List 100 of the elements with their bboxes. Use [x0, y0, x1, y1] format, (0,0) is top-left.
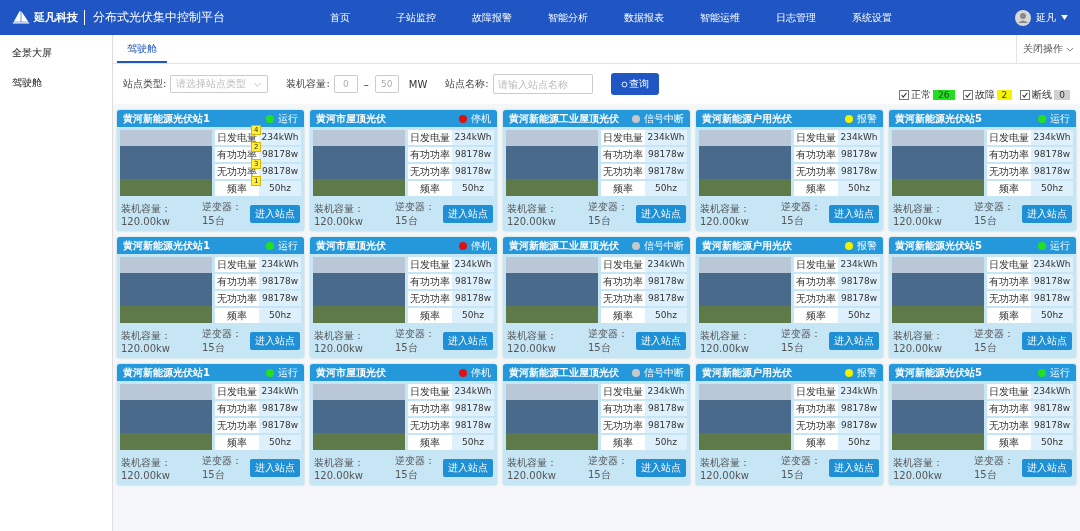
nav-link[interactable]: 子站监控 [378, 10, 454, 25]
metric-label: 频率 [601, 435, 645, 450]
enter-station-button[interactable]: 进入站点 [636, 205, 686, 223]
status-text: 运行 [278, 365, 298, 380]
sidebar-item[interactable]: 全景大屏 [0, 41, 64, 71]
enter-station-button[interactable]: 进入站点 [250, 332, 300, 350]
enter-station-button[interactable]: 进入站点 [829, 459, 879, 477]
count-tag: 2 [996, 90, 1013, 100]
metric-value: 98178w [259, 147, 301, 162]
station-name: 黄河新能源光伏站5 [895, 365, 983, 380]
checkbox[interactable] [1020, 90, 1031, 100]
station-name: 黄河新能源光伏站5 [895, 238, 983, 253]
station-name: 黄河新能源光伏站1 [123, 111, 211, 126]
metric-value: 98178w [452, 164, 494, 179]
caret-icon[interactable] [1061, 15, 1068, 20]
metric-value: 234kWh [645, 130, 687, 145]
close-actions-dropdown[interactable]: 关闭操作 [1016, 35, 1080, 63]
metric-value: 98178w [1031, 274, 1073, 289]
nav-link[interactable]: 智能运维 [682, 10, 758, 25]
enter-station-button[interactable]: 进入站点 [443, 332, 493, 350]
metric-value: 98178w [452, 147, 494, 162]
enter-station-button[interactable]: 进入站点 [443, 459, 493, 477]
enter-station-button[interactable]: 进入站点 [636, 332, 686, 350]
nav-link[interactable]: 数据报表 [606, 10, 682, 25]
metric-value: 98178w [645, 147, 687, 162]
enter-station-button[interactable]: 进入站点 [250, 459, 300, 477]
metric-value: 50hz [452, 308, 494, 323]
sidebar-item[interactable]: 驾驶舱 [0, 71, 54, 101]
checkbox[interactable] [899, 90, 910, 100]
metric-value: 50hz [838, 181, 880, 196]
nav-link[interactable]: 智能分析 [530, 10, 606, 25]
nav-link[interactable]: 系统设置 [834, 10, 910, 25]
metric-value: 234kWh [838, 384, 880, 399]
metric-value: 98178w [1031, 418, 1073, 433]
metric-label: 日发电量 [987, 130, 1031, 145]
metric-value: 98178w [1031, 164, 1073, 179]
sail-logo-icon [12, 10, 30, 25]
metric-label: 日发电量 [601, 130, 645, 145]
metric-value: 98178w [645, 291, 687, 306]
capacity-text: 装机容量：120.00kw [700, 201, 751, 227]
capacity-text: 装机容量：120.00kw [893, 328, 944, 354]
metric-value: 98178w [645, 274, 687, 289]
metric-value: 50hz [452, 435, 494, 450]
metric-value: 234kWh [838, 257, 880, 272]
inverter-text: 逆变器：15台 [781, 454, 822, 482]
app-title: 分布式光伏集中控制平台 [93, 9, 225, 26]
legend-label: 故障 [974, 88, 995, 102]
metric-value: 50hz [645, 435, 687, 450]
query-button[interactable]: 查询 [610, 73, 659, 95]
capacity-text: 装机容量：120.00kw [314, 328, 365, 354]
metric-label: 频率 [215, 308, 259, 323]
station-name: 黄河市屋顶光伏 [316, 365, 387, 380]
legend-label: 正常 [911, 88, 932, 102]
nav-link[interactable]: 首页 [302, 10, 378, 25]
metric-label: 有功功率 [794, 401, 838, 416]
field-label: 站点名称: [445, 77, 489, 91]
enter-station-button[interactable]: 进入站点 [250, 205, 300, 223]
capacity-text: 装机容量：120.00kw [507, 201, 558, 227]
inverter-text: 逆变器：15台 [395, 200, 436, 228]
nav-link[interactable]: 日志管理 [758, 10, 834, 25]
status-text: 信号中断 [644, 238, 684, 253]
chevron-down-icon[interactable] [1066, 46, 1074, 52]
enter-station-button[interactable]: 进入站点 [1022, 459, 1072, 477]
enter-station-button[interactable]: 进入站点 [1022, 332, 1072, 350]
metric-label: 无功功率 [601, 418, 645, 433]
metric-value: 98178w [452, 291, 494, 306]
legend-label: 断线 [1032, 88, 1053, 102]
metric-value: 98178w [1031, 401, 1073, 416]
status-text: 运行 [278, 238, 298, 253]
inverter-text: 逆变器：15台 [202, 327, 243, 355]
max-capacity-field[interactable]: 50 [374, 75, 399, 93]
site-name-field[interactable]: 请输入站点名称 [492, 74, 593, 94]
metric-label: 频率 [794, 308, 838, 323]
nav-link[interactable]: 故障报警 [454, 10, 530, 25]
metric-value: 50hz [1031, 435, 1073, 450]
checkbox[interactable] [962, 90, 973, 100]
enter-station-button[interactable]: 进入站点 [829, 205, 879, 223]
capacity-text: 装机容量：120.00kw [314, 201, 365, 227]
metric-label: 日发电量 [215, 257, 259, 272]
search-icon[interactable] [620, 80, 628, 88]
status-text: 停机 [471, 238, 491, 253]
enter-station-button[interactable]: 进入站点 [1022, 205, 1072, 223]
enter-station-button[interactable]: 进入站点 [443, 205, 493, 223]
metric-label: 有功功率 [987, 147, 1031, 162]
enter-station-button[interactable]: 进入站点 [829, 332, 879, 350]
status-text: 信号中断 [644, 111, 684, 126]
metric-value: 98178w [452, 418, 494, 433]
user-name[interactable]: 延凡 [1036, 10, 1056, 25]
user-avatar-icon[interactable] [1015, 9, 1031, 26]
inverter-text: 逆变器：15台 [974, 327, 1015, 355]
metric-value: 98178w [838, 164, 880, 179]
min-capacity-field[interactable]: 0 [333, 75, 358, 93]
enter-station-button[interactable]: 进入站点 [636, 459, 686, 477]
metric-label: 频率 [408, 435, 452, 450]
metric-value: 98178w [259, 274, 301, 289]
status-text: 停机 [471, 111, 491, 126]
metric-label: 频率 [408, 181, 452, 196]
inverter-text: 逆变器：15台 [395, 454, 436, 482]
metric-value: 98178w [1031, 291, 1073, 306]
metric-value: 50hz [838, 435, 880, 450]
